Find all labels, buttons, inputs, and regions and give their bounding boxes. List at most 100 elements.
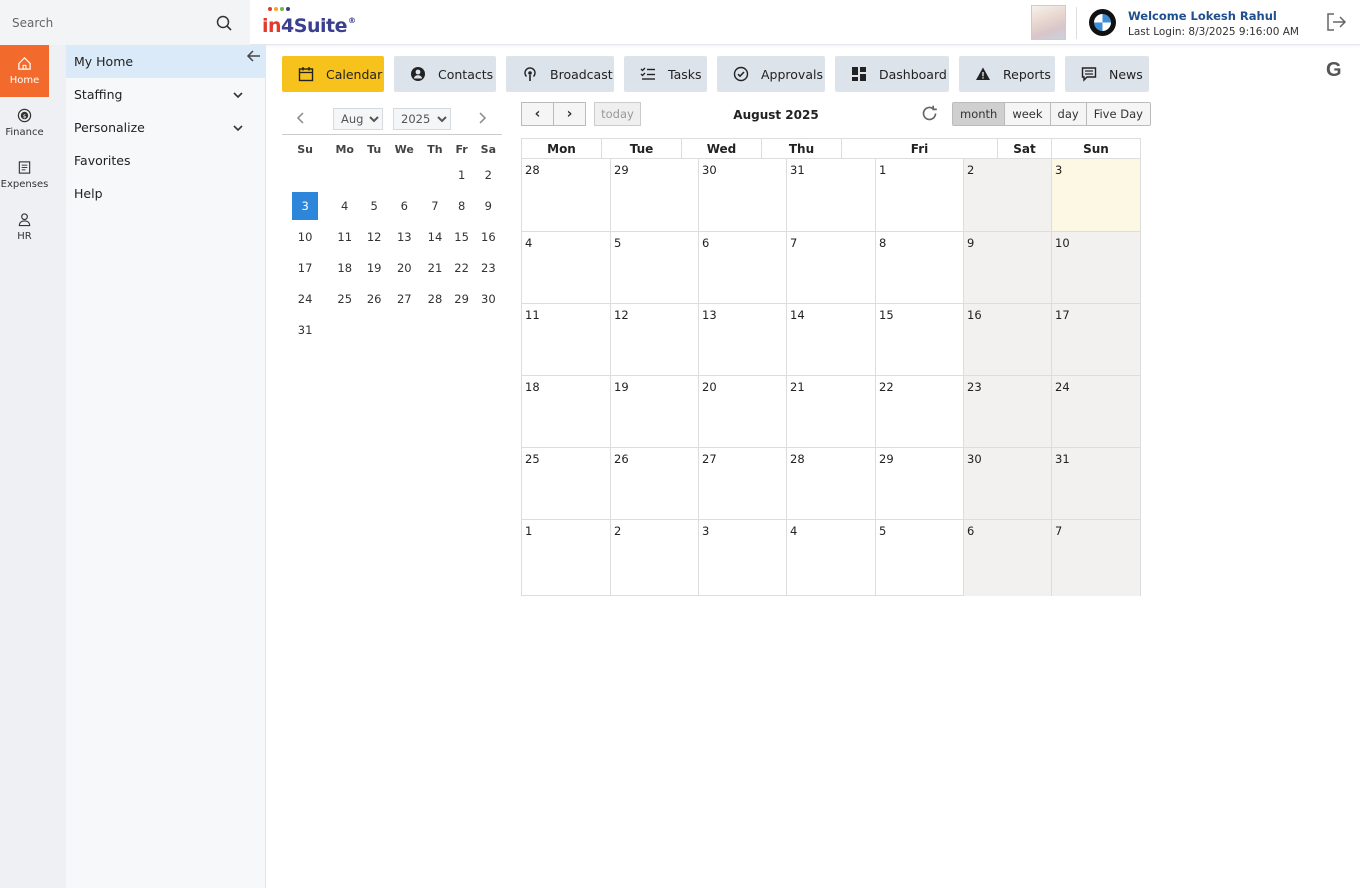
day-number[interactable]: 31 bbox=[790, 163, 805, 177]
day-cell[interactable]: 17 bbox=[1052, 304, 1140, 376]
day-number[interactable]: 22 bbox=[879, 380, 894, 394]
tab-broadcast[interactable]: Broadcast bbox=[506, 56, 614, 92]
day-number[interactable]: 17 bbox=[1055, 308, 1070, 322]
day-cell[interactable]: 4 bbox=[522, 232, 611, 304]
mini-year-select[interactable]: 2025 bbox=[393, 108, 451, 130]
day-number[interactable]: 6 bbox=[967, 524, 974, 538]
day-cell[interactable]: 18 bbox=[522, 376, 611, 448]
mini-day-cell[interactable]: 8 bbox=[449, 190, 475, 221]
day-cell[interactable]: 28 bbox=[787, 448, 876, 520]
day-cell[interactable]: 22 bbox=[876, 376, 964, 448]
day-cell[interactable]: 19 bbox=[611, 376, 699, 448]
mini-next-month-icon[interactable] bbox=[476, 112, 488, 124]
day-cell[interactable]: 9 bbox=[964, 232, 1052, 304]
day-cell[interactable]: 11 bbox=[522, 304, 611, 376]
day-cell[interactable]: 27 bbox=[699, 448, 787, 520]
menu-item-help[interactable]: Help bbox=[66, 177, 266, 210]
day-cell[interactable]: 2 bbox=[611, 520, 699, 596]
mini-day-cell[interactable]: 10 bbox=[282, 221, 328, 252]
day-number[interactable]: 14 bbox=[790, 308, 805, 322]
tab-reports[interactable]: Reports bbox=[959, 56, 1055, 92]
day-number[interactable]: 3 bbox=[702, 524, 709, 538]
day-number[interactable]: 8 bbox=[879, 236, 886, 250]
mini-day-cell[interactable]: 18 bbox=[328, 252, 361, 283]
day-number[interactable]: 9 bbox=[967, 236, 974, 250]
day-cell[interactable]: 4 bbox=[787, 520, 876, 596]
mini-day-cell[interactable]: 3 bbox=[282, 190, 328, 221]
day-cell[interactable]: 16 bbox=[964, 304, 1052, 376]
mini-day-cell[interactable]: 2 bbox=[475, 159, 502, 190]
day-number[interactable]: 4 bbox=[525, 236, 532, 250]
day-cell[interactable]: 1 bbox=[522, 520, 611, 596]
day-number[interactable]: 7 bbox=[790, 236, 797, 250]
mini-day-cell[interactable]: 22 bbox=[449, 252, 475, 283]
tab-news[interactable]: News bbox=[1065, 56, 1149, 92]
rail-item-finance[interactable]: $ Finance bbox=[0, 97, 49, 149]
mini-day-cell[interactable]: 13 bbox=[387, 221, 421, 252]
day-cell[interactable]: 29 bbox=[611, 159, 699, 232]
day-number[interactable]: 24 bbox=[1055, 380, 1070, 394]
view-week-button[interactable]: week bbox=[1005, 103, 1051, 125]
day-cell[interactable]: 31 bbox=[1052, 448, 1140, 520]
mini-day-cell[interactable]: 19 bbox=[361, 252, 387, 283]
day-number[interactable]: 29 bbox=[614, 163, 629, 177]
day-cell[interactable]: 6 bbox=[699, 232, 787, 304]
mini-day-cell[interactable]: 12 bbox=[361, 221, 387, 252]
day-cell[interactable]: 13 bbox=[699, 304, 787, 376]
day-cell[interactable]: 5 bbox=[611, 232, 699, 304]
day-cell[interactable]: 30 bbox=[964, 448, 1052, 520]
day-number[interactable]: 10 bbox=[1055, 236, 1070, 250]
rail-item-home[interactable]: Home bbox=[0, 45, 49, 97]
mini-month-select[interactable]: Aug bbox=[333, 108, 383, 130]
mini-day-cell[interactable]: 20 bbox=[387, 252, 421, 283]
day-cell[interactable]: 30 bbox=[699, 159, 787, 232]
day-cell[interactable]: 8 bbox=[876, 232, 964, 304]
day-cell[interactable]: 26 bbox=[611, 448, 699, 520]
day-number[interactable]: 25 bbox=[525, 452, 540, 466]
day-number[interactable]: 31 bbox=[1055, 452, 1070, 466]
mini-day-cell[interactable]: 24 bbox=[282, 283, 328, 314]
day-cell[interactable]: 28 bbox=[522, 159, 611, 232]
day-cell[interactable]: 3 bbox=[699, 520, 787, 596]
mini-day-cell[interactable]: 29 bbox=[449, 283, 475, 314]
day-number[interactable]: 3 bbox=[1055, 163, 1062, 177]
day-number[interactable]: 5 bbox=[614, 236, 621, 250]
view-day-button[interactable]: day bbox=[1050, 103, 1087, 125]
mini-day-cell[interactable]: 9 bbox=[475, 190, 502, 221]
day-cell[interactable]: 24 bbox=[1052, 376, 1140, 448]
today-button[interactable]: today bbox=[594, 102, 641, 126]
mini-day-cell[interactable]: 31 bbox=[282, 314, 328, 345]
search-icon[interactable] bbox=[216, 15, 232, 31]
logout-icon[interactable] bbox=[1325, 12, 1347, 32]
day-cell[interactable]: 23 bbox=[964, 376, 1052, 448]
day-cell[interactable]: 12 bbox=[611, 304, 699, 376]
day-number[interactable]: 29 bbox=[879, 452, 894, 466]
mini-day-cell[interactable]: 4 bbox=[328, 190, 361, 221]
refresh-icon[interactable] bbox=[920, 104, 939, 123]
tab-dashboard[interactable]: Dashboard bbox=[835, 56, 949, 92]
day-cell[interactable]: 6 bbox=[964, 520, 1052, 596]
day-number[interactable]: 16 bbox=[967, 308, 982, 322]
day-cell[interactable]: 3 bbox=[1052, 159, 1140, 232]
day-number[interactable]: 19 bbox=[614, 380, 629, 394]
welcome-text[interactable]: Welcome Lokesh Rahul bbox=[1128, 9, 1277, 23]
day-cell[interactable]: 5 bbox=[876, 520, 964, 596]
mini-day-cell[interactable]: 16 bbox=[475, 221, 502, 252]
tab-tasks[interactable]: Tasks bbox=[624, 56, 707, 92]
menu-item-my-home[interactable]: My Home bbox=[66, 45, 266, 78]
mini-day-cell[interactable]: 27 bbox=[387, 283, 421, 314]
mini-day-cell[interactable]: 1 bbox=[449, 159, 475, 190]
mini-day-cell[interactable]: 25 bbox=[328, 283, 361, 314]
day-cell[interactable]: 2 bbox=[964, 159, 1052, 232]
day-number[interactable]: 6 bbox=[702, 236, 709, 250]
day-cell[interactable]: 29 bbox=[876, 448, 964, 520]
in4suite-logo[interactable]: in 4Suite ® bbox=[262, 7, 356, 37]
day-number[interactable]: 13 bbox=[702, 308, 717, 322]
day-number[interactable]: 12 bbox=[614, 308, 629, 322]
prev-button[interactable]: ‹ bbox=[521, 102, 554, 126]
day-number[interactable]: 1 bbox=[879, 163, 886, 177]
day-cell[interactable]: 7 bbox=[787, 232, 876, 304]
mini-prev-month-icon[interactable] bbox=[295, 112, 307, 124]
day-number[interactable]: 30 bbox=[967, 452, 982, 466]
mini-day-cell[interactable]: 7 bbox=[421, 190, 448, 221]
